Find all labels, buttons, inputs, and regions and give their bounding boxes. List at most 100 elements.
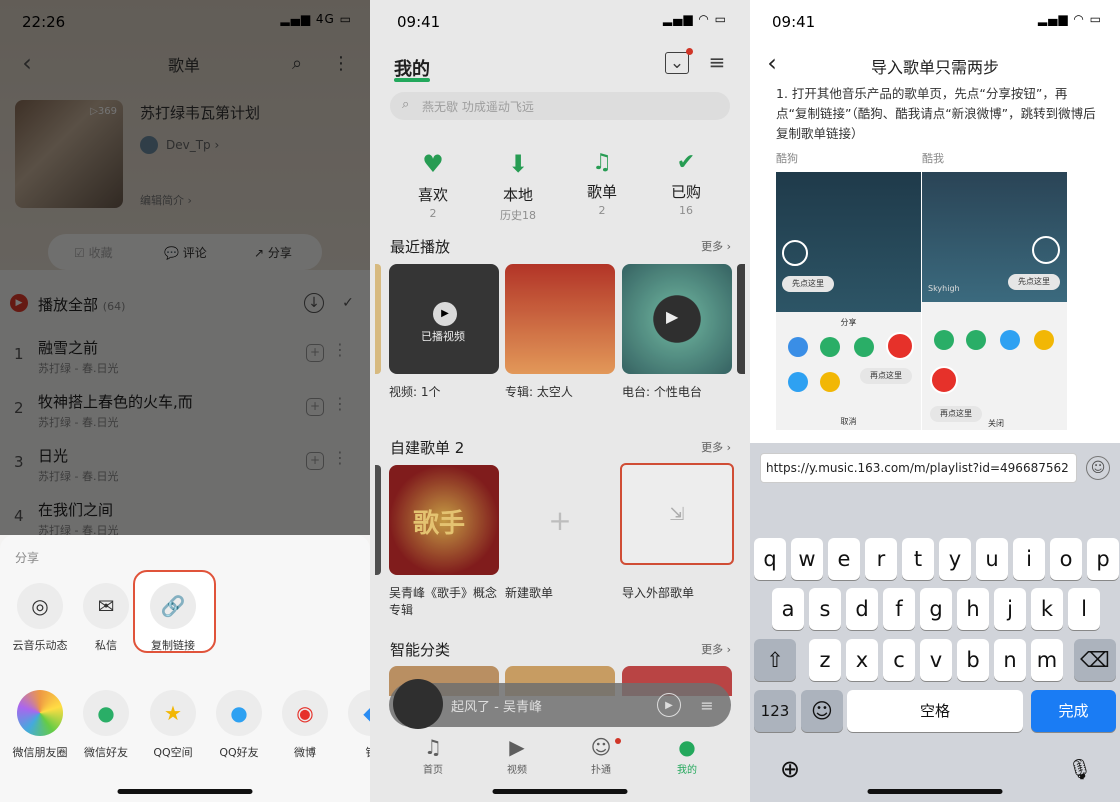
mail-icon[interactable]: ⌄ <box>665 52 689 74</box>
import-guide-panel: 09:41 ▂▄▆ ◠ ▭ ‹ 导入歌单只需两步 1. 打开其他音乐产品的歌单页… <box>750 0 1120 802</box>
play-icon: ▶ <box>666 307 679 326</box>
share-qq[interactable]: ● QQ好友 <box>204 690 274 760</box>
microphone-icon[interactable]: 🎙 <box>1060 748 1100 790</box>
quick-playlist[interactable]: ♫ 歌单 2 <box>562 150 642 217</box>
backspace-key[interactable]: ⌫ <box>1074 639 1116 681</box>
globe-icon[interactable]: ⊕ <box>770 748 810 790</box>
key-z[interactable]: z <box>809 639 841 681</box>
recent-card-radio[interactable]: ▶ 电台: 个性电台 <box>622 264 732 401</box>
shift-key[interactable]: ⇧ <box>754 639 796 681</box>
key-o[interactable]: o <box>1050 538 1082 580</box>
share-wechat[interactable]: ● 微信好友 <box>71 690 141 760</box>
song-row[interactable]: 1 融雪之前 苏打绿 - 春.日光 + ⋮ <box>0 328 370 382</box>
tab-putong[interactable]: ☺ 扑通 <box>571 735 631 776</box>
recent-card-video[interactable]: ▶ 已播视频 视频: 1个 <box>389 264 499 401</box>
back-icon[interactable]: ‹ <box>14 49 40 77</box>
key-p[interactable]: p <box>1087 538 1119 580</box>
quick-purchased[interactable]: ✔ 已购 16 <box>646 150 726 217</box>
smart-title: 智能分类 <box>390 641 451 659</box>
status-icons: ▂▄▆ ◠ ▭ <box>662 12 727 26</box>
key-b[interactable]: b <box>957 639 989 681</box>
playlist-queue-icon[interactable]: ≡ <box>695 693 719 717</box>
tab-home[interactable]: ♫ 首页 <box>403 735 463 776</box>
emoji-icon[interactable]: ☺ <box>1086 456 1110 480</box>
key-t[interactable]: t <box>902 538 934 580</box>
share-private-msg[interactable]: ✉ 私信 <box>71 583 141 653</box>
creator-avatar[interactable] <box>140 136 158 154</box>
import-icon: ⇲ <box>669 503 685 525</box>
play-all-icon[interactable]: ▶ <box>10 294 28 312</box>
url-input[interactable]: https://y.music.163.com/m/playlist?id=49… <box>760 453 1077 483</box>
new-playlist-card[interactable]: + 新建歌单 <box>505 465 615 602</box>
menu-icon[interactable]: ≡ <box>705 50 729 74</box>
my-music-panel: 09:41 ▂▄▆ ◠ ▭ 我的 ⌄ ≡ ⌕ 燕无歇 功成遥动飞远 ♥ 喜欢 2 ⬇… <box>375 0 745 802</box>
numbers-key[interactable]: 123 <box>754 690 796 732</box>
import-playlist-card[interactable]: ⇲ 导入外部歌单 <box>622 465 732 602</box>
dingtalk-icon: ◆ <box>348 690 370 736</box>
share-dingtalk[interactable]: ◆钉 <box>336 690 370 760</box>
emoji-key[interactable]: ☺ <box>801 690 843 732</box>
smart-more[interactable]: 更多 › <box>701 641 731 657</box>
mini-player[interactable]: 起风了 - 吴青峰 ▶ ≡ <box>389 679 731 729</box>
quick-local[interactable]: ⬇ 本地 历史18 <box>478 150 558 223</box>
notification-dot <box>686 48 693 55</box>
key-n[interactable]: n <box>994 639 1026 681</box>
song-more-icon[interactable]: ⋮ <box>332 448 348 467</box>
share-cloud-feed[interactable]: ◎ 云音乐动态 <box>5 583 75 653</box>
song-row[interactable]: 3 日光 苏打绿 - 春.日光 + ⋮ <box>0 436 370 490</box>
kuwo-screenshot: Skyhigh 先点这里 再点这里 关闭 <box>922 172 1067 430</box>
key-d[interactable]: d <box>846 588 878 630</box>
share-qzone[interactable]: ★ QQ空间 <box>138 690 208 760</box>
key-l[interactable]: l <box>1068 588 1100 630</box>
song-row[interactable]: 2 牧神搭上春色的火车,而 苏打绿 - 春.日光 + ⋮ <box>0 382 370 436</box>
share-copy-link[interactable]: 🔗 复制链接 <box>138 583 208 653</box>
key-x[interactable]: x <box>846 639 878 681</box>
song-more-icon[interactable]: ⋮ <box>332 394 348 413</box>
done-key[interactable]: 完成 <box>1031 690 1116 732</box>
recent-more[interactable]: 更多 › <box>701 238 731 254</box>
key-g[interactable]: g <box>920 588 952 630</box>
tab-video[interactable]: ▶ 视频 <box>487 735 547 776</box>
created-card-album[interactable]: 歌手 吴青峰《歌手》概念专辑 <box>389 465 499 619</box>
key-r[interactable]: r <box>865 538 897 580</box>
key-e[interactable]: e <box>828 538 860 580</box>
share-button[interactable]: ↗ 分享 <box>254 244 292 261</box>
key-i[interactable]: i <box>1013 538 1045 580</box>
download-icon[interactable]: ↓ <box>304 293 324 313</box>
playlist-cover[interactable]: ▷369 <box>15 100 123 208</box>
mv-icon[interactable]: + <box>306 344 324 362</box>
key-v[interactable]: v <box>920 639 952 681</box>
key-a[interactable]: a <box>772 588 804 630</box>
key-s[interactable]: s <box>809 588 841 630</box>
mv-icon[interactable]: + <box>306 398 324 416</box>
search-icon[interactable]: ⌕ <box>284 50 310 76</box>
play-icon[interactable]: ▶ <box>657 693 681 717</box>
creator-name[interactable]: Dev_Tp › <box>166 138 219 152</box>
mv-icon[interactable]: + <box>306 452 324 470</box>
key-y[interactable]: y <box>939 538 971 580</box>
key-u[interactable]: u <box>976 538 1008 580</box>
key-q[interactable]: q <box>754 538 786 580</box>
key-j[interactable]: j <box>994 588 1026 630</box>
edit-intro[interactable]: 编辑简介 › <box>140 192 192 208</box>
quick-liked[interactable]: ♥ 喜欢 2 <box>393 150 473 220</box>
comment-button[interactable]: 💬 评论 <box>164 244 207 261</box>
share-moments[interactable]: 微信朋友圈 <box>5 690 75 760</box>
search-bar[interactable]: ⌕ 燕无歇 功成遥动飞远 <box>390 92 730 120</box>
key-h[interactable]: h <box>957 588 989 630</box>
key-m[interactable]: m <box>1031 639 1063 681</box>
space-key[interactable]: 空格 <box>847 690 1023 732</box>
key-f[interactable]: f <box>883 588 915 630</box>
recent-card-album[interactable]: 专辑: 太空人 <box>505 264 615 401</box>
key-w[interactable]: w <box>791 538 823 580</box>
created-more[interactable]: 更多 › <box>701 439 731 455</box>
favorite-button[interactable]: ☑ 收藏 <box>74 244 113 261</box>
key-k[interactable]: k <box>1031 588 1063 630</box>
tab-mine[interactable]: ● 我的 <box>657 735 717 776</box>
song-more-icon[interactable]: ⋮ <box>332 340 348 359</box>
share-weibo[interactable]: ◉ 微博 <box>270 690 340 760</box>
multi-select-icon[interactable]: ✓ <box>338 293 358 313</box>
key-c[interactable]: c <box>883 639 915 681</box>
play-all-label[interactable]: 播放全部 (64) <box>38 294 125 315</box>
more-icon[interactable]: ⋮ <box>328 50 354 76</box>
